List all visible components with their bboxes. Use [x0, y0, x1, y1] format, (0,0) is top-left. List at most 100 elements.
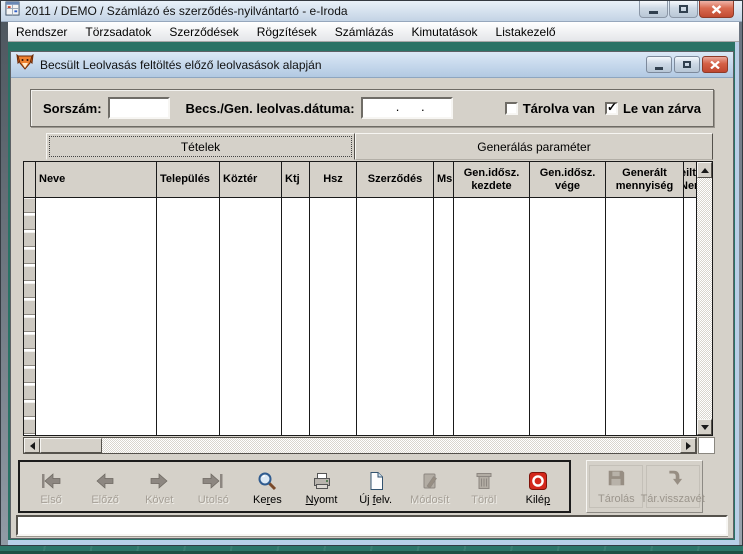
scroll-left-button[interactable] — [24, 438, 40, 453]
vertical-scroll-track[interactable] — [697, 178, 712, 419]
maximize-icon — [679, 5, 688, 13]
record-selector-column[interactable] — [24, 198, 36, 435]
horizontal-scrollbar[interactable] — [23, 437, 697, 454]
exit-icon — [527, 468, 549, 494]
store-toolbar: Tárolás Tár.visszavét — [586, 460, 703, 513]
store-undo-button[interactable]: Tár.visszavét — [646, 465, 700, 508]
new-document-icon — [365, 468, 387, 494]
previous-record-button[interactable]: Előző — [80, 468, 130, 506]
vfp-fox-icon — [16, 54, 34, 75]
form-titlebar[interactable]: Becsült Leolvasás feltöltés előző leolva… — [11, 52, 733, 78]
desktop: 2011 / DEMO / Számlázó és szerződés-nyil… — [0, 0, 743, 554]
col-header-szerzodes[interactable]: Szerződés — [357, 162, 434, 197]
form-minimize-button[interactable] — [646, 56, 672, 73]
tarolva-label: Tárolva van — [523, 101, 595, 116]
form-minimize-icon — [655, 67, 663, 70]
menu-szerzodesek[interactable]: Szerződések — [160, 22, 247, 42]
lezarva-label: Le van zárva — [623, 101, 701, 116]
lezarva-checkbox[interactable] — [605, 102, 618, 115]
modify-icon — [419, 468, 441, 494]
tab-tetelek[interactable]: Tételek — [46, 133, 355, 160]
col-header-neve[interactable]: Neve — [36, 162, 157, 197]
maximize-button[interactable] — [669, 1, 698, 18]
tab-generalas-parameter[interactable]: Generálás paraméter — [355, 133, 713, 160]
previous-record-icon — [93, 468, 117, 494]
app-window: 2011 / DEMO / Számlázó és szerződés-nyil… — [0, 0, 743, 546]
col-header-hsz[interactable]: Hsz — [310, 162, 357, 197]
undo-store-icon — [663, 468, 683, 493]
sorszam-label: Sorszám: — [43, 101, 102, 116]
arrow-right-icon — [686, 442, 691, 450]
form-content: Sorszám: Becs./Gen. leolvas.dátuma: . . … — [11, 78, 733, 538]
form-close-button[interactable] — [702, 56, 728, 73]
search-button[interactable]: Keres — [242, 468, 292, 506]
search-icon — [256, 468, 278, 494]
col-header-telepules[interactable]: Település — [157, 162, 220, 197]
items-grid: Neve Település Köztér Ktj Hsz Szerződés … — [23, 161, 713, 436]
menubar: Rendszer Törzsadatok Szerződések Rögzíté… — [2, 22, 741, 42]
menu-listakezelo[interactable]: Listakezelő — [487, 22, 565, 42]
delete-button[interactable]: Töröl — [459, 468, 509, 506]
col-header-generalt-mennyiseg[interactable]: Generáltmennyiség — [606, 162, 684, 197]
message-bar — [16, 515, 728, 536]
last-record-icon — [201, 468, 225, 494]
col-header-gen-idosz-kezdete[interactable]: Gen.idősz.kezdete — [454, 162, 530, 197]
app-titlebar[interactable]: 2011 / DEMO / Számlázó és szerződés-nyil… — [1, 1, 742, 22]
col-header-gen-idosz-vege[interactable]: Gen.idősz.vége — [530, 162, 606, 197]
col-header-ms[interactable]: Ms — [434, 162, 454, 197]
col-header-selector — [24, 162, 36, 197]
app-title: 2011 / DEMO / Számlázó és szerződés-nyil… — [25, 4, 348, 18]
next-record-icon — [147, 468, 171, 494]
arrow-up-icon — [701, 168, 709, 173]
window-frame-right — [739, 22, 742, 545]
first-record-icon — [39, 468, 63, 494]
menu-rendszer[interactable]: Rendszer — [7, 22, 76, 42]
close-icon — [711, 5, 722, 14]
scrollbar-corner — [698, 437, 715, 454]
scroll-down-button[interactable] — [697, 419, 712, 435]
vertical-scrollbar[interactable] — [696, 162, 712, 435]
modify-button[interactable]: Módosít — [405, 468, 455, 506]
tab-strip: Tételek Generálás paraméter — [46, 133, 713, 160]
col-header-kozter[interactable]: Köztér — [220, 162, 282, 197]
minimize-button[interactable] — [639, 1, 668, 18]
print-icon — [311, 468, 333, 494]
minimize-icon — [649, 11, 658, 14]
horizontal-scroll-thumb[interactable] — [40, 438, 102, 453]
first-record-button[interactable]: Első — [26, 468, 76, 506]
arrow-down-icon — [701, 425, 709, 430]
next-record-button[interactable]: Követ — [134, 468, 184, 506]
form-title: Becsült Leolvasás feltöltés előző leolva… — [40, 58, 322, 72]
last-record-button[interactable]: Utolsó — [188, 468, 238, 506]
form-window: Becsült Leolvasás feltöltés előző leolva… — [10, 51, 734, 539]
tarolva-checkbox[interactable] — [505, 102, 518, 115]
fields-panel: Sorszám: Becs./Gen. leolvas.dátuma: . . … — [30, 89, 714, 127]
store-button[interactable]: Tárolás — [589, 465, 643, 508]
menu-szamlazas[interactable]: Számlázás — [326, 22, 403, 42]
scroll-up-button[interactable] — [697, 162, 712, 178]
menu-torzsadatok[interactable]: Törzsadatok — [76, 22, 160, 42]
datum-input[interactable]: . . — [361, 97, 453, 119]
form-close-icon — [710, 61, 720, 69]
form-restore-button[interactable] — [674, 56, 700, 73]
grid-header-row: Neve Település Köztér Ktj Hsz Szerződés … — [24, 162, 698, 198]
sorszam-input[interactable] — [108, 97, 170, 119]
menu-rogzitesek[interactable]: Rögzítések — [248, 22, 326, 42]
exit-button[interactable]: Kilép — [513, 468, 563, 506]
mdi-client-area: Becsült Leolvasás feltöltés előző leolva… — [8, 42, 735, 540]
menu-kimutatasok[interactable]: Kimutatások — [402, 22, 486, 42]
print-button[interactable]: Nyomt — [297, 468, 347, 506]
grid-body[interactable] — [24, 198, 698, 435]
app-icon — [5, 1, 20, 21]
arrow-left-icon — [30, 442, 35, 450]
new-record-button[interactable]: Új felv. — [351, 468, 401, 506]
navigation-toolbar: Első Előző Követ Utolsó — [18, 460, 571, 513]
form-restore-icon — [683, 61, 691, 68]
horizontal-scroll-track[interactable] — [102, 438, 680, 453]
col-header-ktj[interactable]: Ktj — [282, 162, 310, 197]
scroll-right-button[interactable] — [680, 438, 696, 453]
delete-icon — [473, 468, 495, 494]
close-button[interactable] — [699, 1, 734, 18]
save-icon — [606, 468, 626, 493]
window-frame-left — [1, 22, 8, 545]
